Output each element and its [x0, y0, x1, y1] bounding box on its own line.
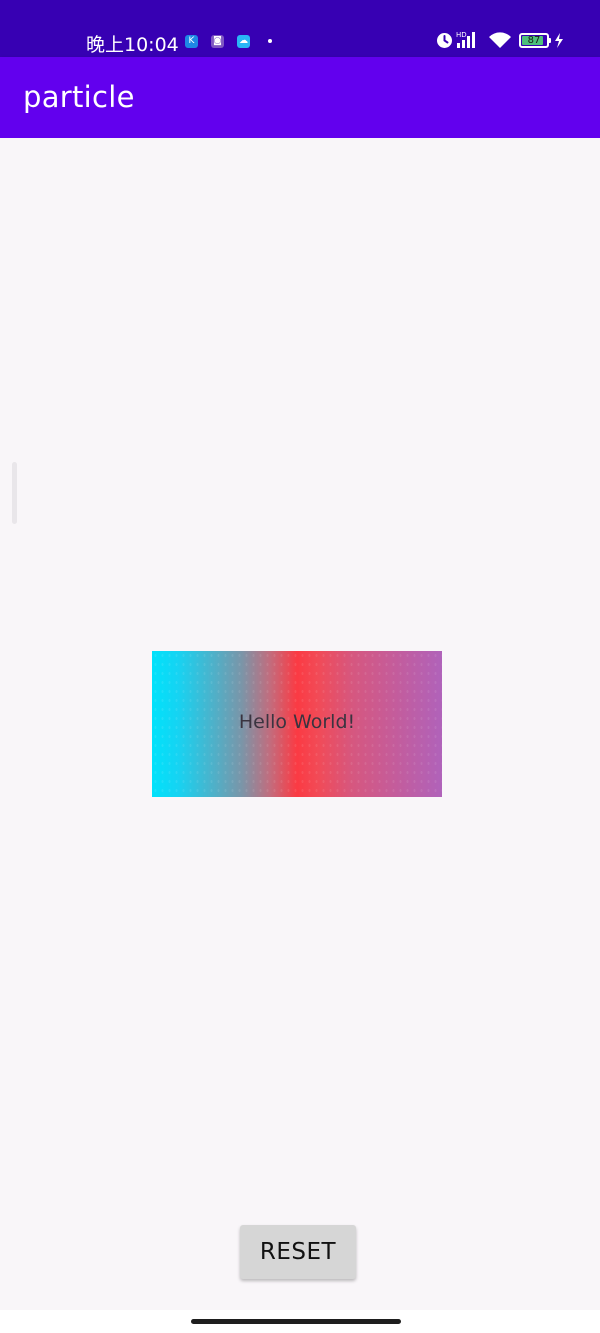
cloud-app-icon: ☁: [237, 35, 250, 48]
particle-view: Hello World!: [152, 651, 442, 797]
network-type-label: HD: [456, 31, 467, 39]
camera-app-icon: ◙: [211, 35, 224, 48]
status-bar: 晚上10:04 K ◙ ☁ HD 87: [0, 0, 600, 57]
charging-bolt-icon: [555, 33, 563, 48]
wifi-icon: [489, 32, 511, 48]
status-time: 晚上10:04: [86, 34, 179, 56]
alarm-clock-icon: [437, 33, 452, 48]
k-app-icon: K: [185, 35, 198, 48]
battery-tip: [549, 38, 551, 43]
hello-text: Hello World!: [238, 711, 356, 733]
battery-level: 87: [527, 35, 541, 46]
battery-icon: 87: [519, 33, 549, 48]
app-title: particle: [23, 80, 135, 114]
edge-drag-handle[interactable]: [12, 462, 17, 524]
home-indicator[interactable]: [191, 1319, 401, 1324]
more-notifications-dot-icon: [268, 39, 272, 43]
reset-button[interactable]: RESET: [240, 1225, 356, 1279]
cellular-signal-icon: HD: [456, 31, 475, 48]
